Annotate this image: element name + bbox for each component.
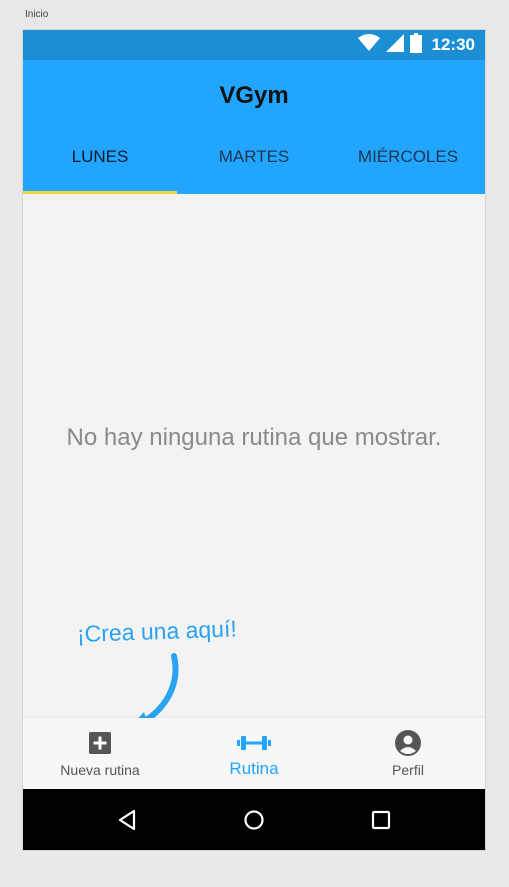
nav-label: Nueva rutina [60, 762, 140, 778]
home-button[interactable] [234, 800, 274, 840]
empty-state-message: No hay ninguna rutina que mostrar. [66, 424, 442, 451]
app-bar: VGym LUNES MARTES MIÉRCOLES [23, 60, 485, 194]
system-navigation-bar [23, 789, 485, 850]
status-icons: 12:30 [357, 30, 475, 60]
nav-label: Perfil [392, 762, 424, 778]
recents-icon [372, 810, 391, 829]
wifi-icon [357, 33, 380, 57]
bottom-navigation: Nueva rutina Rutina Perfil [23, 718, 485, 789]
home-icon [244, 809, 264, 830]
back-icon [118, 809, 135, 830]
tab-label: LUNES [71, 147, 129, 166]
day-tabs: LUNES MARTES MIÉRCOLES [23, 130, 485, 194]
page-label: Inicio [25, 9, 49, 20]
dumbbell-icon [237, 730, 271, 756]
status-time: 12:30 [431, 35, 475, 54]
tab-miercoles[interactable]: MIÉRCOLES [331, 130, 485, 194]
tab-martes[interactable]: MARTES [177, 130, 331, 194]
tab-label: MARTES [218, 147, 290, 166]
battery-icon [409, 32, 422, 58]
add-box-icon [88, 730, 112, 756]
active-tab-indicator [23, 191, 177, 194]
tab-label: MIÉRCOLES [357, 147, 459, 166]
signal-icon [385, 33, 404, 57]
app-title: VGym [219, 82, 289, 109]
phone-screen: 12:30 VGym LUNES MARTES MIÉRCOLES No hay… [23, 30, 485, 850]
status-bar: 12:30 [23, 30, 485, 60]
tab-lunes[interactable]: LUNES [23, 130, 177, 194]
nav-label: Rutina [229, 759, 279, 778]
back-button[interactable] [107, 800, 147, 840]
account-circle-icon [395, 730, 421, 756]
nav-profile[interactable]: Perfil [331, 718, 485, 789]
recents-button[interactable] [361, 800, 401, 840]
create-hint-text: ¡Crea una aquí! [76, 615, 238, 647]
nav-new-routine[interactable]: Nueva rutina [23, 718, 177, 789]
nav-routine[interactable]: Rutina [177, 718, 331, 789]
